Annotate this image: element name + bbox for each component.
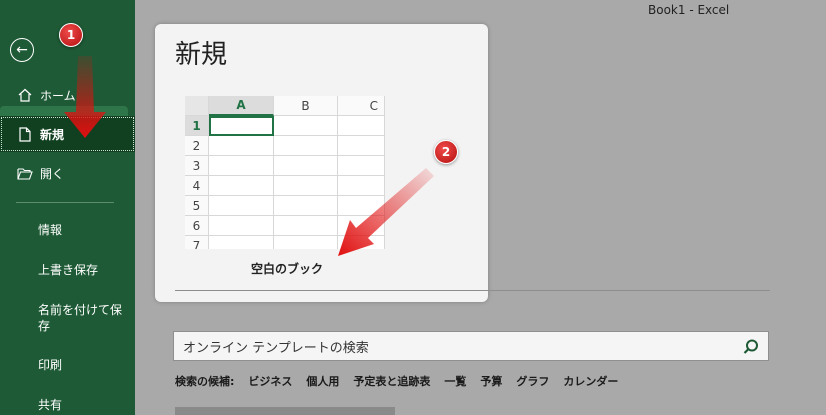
home-icon: [16, 88, 34, 102]
section-divider: [175, 290, 770, 291]
search-icon[interactable]: [742, 338, 760, 356]
suggestion-link-charts[interactable]: グラフ: [516, 373, 549, 389]
suggestion-link-calendar[interactable]: カレンダー: [563, 373, 618, 389]
sidebar-item-label: 開く: [40, 166, 65, 181]
sidebar-item-open[interactable]: 開く: [0, 158, 135, 188]
sidebar-item-print[interactable]: 印刷: [38, 357, 128, 373]
grid-cell: [338, 196, 385, 216]
grid-cell: [338, 156, 385, 176]
grid-cell: [209, 156, 274, 176]
step-badge-1: 1: [59, 23, 83, 47]
grid-cell: [209, 176, 274, 196]
window-title: Book1 - Excel: [648, 3, 730, 17]
blank-workbook-thumbnail[interactable]: A B C 1 2 3 4 5 6 7: [185, 96, 385, 249]
sidebar-item-label: 新規: [40, 127, 65, 142]
grid-cell: [338, 136, 385, 156]
sidebar-item-save-as[interactable]: 名前を付けて保存: [38, 302, 128, 334]
grid-cell: [274, 176, 338, 196]
grid-cell: [338, 216, 385, 236]
grid-cell: [209, 216, 274, 236]
column-header: B: [274, 96, 338, 116]
column-header: C: [338, 96, 385, 116]
grid-corner: [185, 96, 209, 116]
grid-cell: [274, 136, 338, 156]
sidebar-item-label: ホーム: [40, 88, 76, 103]
row-header: 6: [185, 216, 209, 236]
grid-cell: [338, 176, 385, 196]
step-badge-2: 2: [434, 140, 458, 164]
blank-workbook-label[interactable]: 空白のブック: [251, 260, 323, 277]
page-title: 新規: [175, 40, 228, 70]
template-row-peek: [175, 407, 395, 415]
grid-cell: [338, 116, 385, 136]
row-header: 2: [185, 136, 209, 156]
sidebar-item-save[interactable]: 上書き保存: [38, 262, 128, 278]
grid-cell: [338, 236, 385, 249]
row-header: 1: [185, 116, 209, 136]
grid-cell: [274, 116, 338, 136]
suggestion-link-lists[interactable]: 一覧: [444, 373, 466, 389]
grid-cell: [274, 156, 338, 176]
grid-cell: [274, 216, 338, 236]
sidebar-item-new[interactable]: 新規: [0, 116, 135, 152]
active-cell: [209, 116, 274, 136]
template-search-input[interactable]: オンライン テンプレートの検索: [173, 331, 769, 361]
back-arrow-icon[interactable]: ←: [10, 38, 34, 62]
row-header: 3: [185, 156, 209, 176]
suggestion-link-business[interactable]: ビジネス: [248, 373, 292, 389]
sidebar-item-share[interactable]: 共有: [38, 397, 128, 413]
new-document-icon: [16, 126, 34, 142]
grid-cell: [209, 136, 274, 156]
folder-open-icon: [16, 167, 34, 180]
search-placeholder: オンライン テンプレートの検索: [183, 340, 369, 356]
sidebar-item-home[interactable]: ホーム: [0, 80, 135, 110]
sidebar-divider: [16, 202, 114, 203]
row-header: 7: [185, 236, 209, 249]
suggestion-link-personal[interactable]: 個人用: [306, 373, 339, 389]
backstage-sidebar: ← ホーム 新規 開く 情報 上書き保存 名前を付けて保存 印刷 共有: [0, 0, 135, 415]
grid-cell: [209, 196, 274, 216]
row-header: 4: [185, 176, 209, 196]
grid-cell: [209, 236, 274, 249]
blank-workbook-card[interactable]: 新規 A B C 1 2 3 4 5 6 7 空白のブック: [155, 24, 488, 302]
suggestion-link-budget[interactable]: 予算: [480, 373, 502, 389]
grid-cell: [274, 196, 338, 216]
sidebar-item-info[interactable]: 情報: [38, 222, 128, 238]
search-suggestions: 検索の候補: ビジネス 個人用 予定表と追跡表 一覧 予算 グラフ カレンダー: [175, 373, 632, 389]
row-header: 5: [185, 196, 209, 216]
grid-cell: [274, 236, 338, 249]
suggestion-link-schedules[interactable]: 予定表と追跡表: [353, 373, 430, 389]
column-header: A: [209, 96, 274, 116]
suggestions-label: 検索の候補:: [175, 375, 235, 388]
